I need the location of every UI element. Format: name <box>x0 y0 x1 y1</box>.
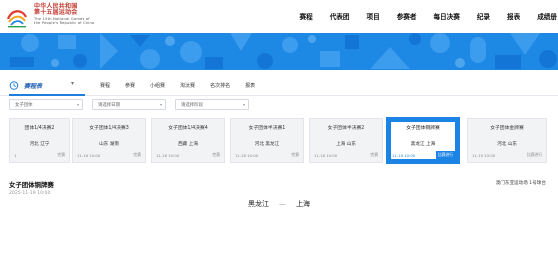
live-schedule-tab[interactable]: 赛程表 <box>24 81 42 90</box>
nav-results-book[interactable]: 成绩册 <box>537 12 557 24</box>
nav-sports[interactable]: 项目 <box>367 12 380 24</box>
match-teams: 西藏 上海 <box>178 142 198 147</box>
match-date: 11-19 10:00 <box>392 153 416 158</box>
match-detail-title: 女子团体铜牌赛 <box>9 181 54 189</box>
matchup-separator: — <box>279 200 286 208</box>
nav-schedule[interactable]: 赛程 <box>300 12 313 24</box>
match-teams: 河北 黑龙江 <box>254 142 280 147</box>
matchup: 黑龙江 — 上海 <box>0 199 558 209</box>
live-schedule-icon <box>9 81 19 90</box>
match-title: 女子团体金牌赛 <box>490 126 524 131</box>
tab-schedule[interactable]: 赛程 <box>100 82 110 89</box>
match-status: 完赛 <box>133 152 141 157</box>
nav-records[interactable]: 纪录 <box>477 12 490 24</box>
match-card[interactable]: 女子团体半决赛1 河北 黑龙江 11-18 10:00 完赛 <box>230 118 304 163</box>
match-teams: 山东 湖南 <box>99 142 119 147</box>
nav-daily-finals[interactable]: 每日决赛 <box>433 12 459 24</box>
nav-delegations[interactable]: 代表团 <box>330 12 350 24</box>
active-tab-indicator <box>9 94 85 96</box>
chevron-down-icon: ▾ <box>76 102 79 107</box>
match-status: 完赛 <box>212 152 220 157</box>
match-detail-time: 2025-11-19 10:00 <box>9 191 51 196</box>
match-status: 完赛 <box>291 152 299 157</box>
match-detail-venue: 澳门东亚运动场 1号球台 <box>495 181 546 186</box>
match-title: 女子团体半决赛2 <box>327 126 365 131</box>
match-date: 11-19 10:00 <box>472 153 496 158</box>
decorative-banner <box>0 33 558 70</box>
match-title: 女子团体1/4决赛4 <box>168 126 208 131</box>
match-status: 比赛进行 <box>526 152 542 157</box>
match-card[interactable]: 女子团体1/4决赛3 山东 湖南 11-16 10:00 完赛 <box>72 118 146 163</box>
match-card[interactable]: 女子团体1/4决赛4 西藏 上海 11-16 10:00 完赛 <box>151 118 225 163</box>
site-header: 中华人民共和国 第十五届运动会 The 15th National Games … <box>0 0 558 33</box>
match-date: 11-18 10:00 <box>235 153 259 158</box>
match-title: 女子团体半决赛1 <box>248 126 286 131</box>
match-title: 女子团体1/4决赛3 <box>89 126 129 131</box>
match-date: 11-16 10:00 <box>156 153 180 158</box>
match-card[interactable]: 女子团体金牌赛 河北 山东 11-19 10:00 比赛进行 <box>467 118 547 163</box>
logo-text-line-4: the People's Republic of China <box>34 21 95 25</box>
date-select-placeholder: 请选择日期 <box>98 103 120 108</box>
match-teams: 河北 山东 <box>497 142 517 147</box>
event-select[interactable]: 女子团体 ▾ <box>9 99 83 110</box>
match-status: 比赛进行 <box>435 151 455 159</box>
chevron-down-icon[interactable]: ▾ <box>71 80 74 87</box>
chevron-down-icon: ▾ <box>159 102 162 107</box>
match-card[interactable]: 女子团体半决赛2 上海 山东 11-18 10:00 完赛 <box>309 118 383 163</box>
match-title: 团体1/4决赛2 <box>24 126 55 131</box>
match-date: 11-18 10:00 <box>314 153 338 158</box>
games-logo-icon[interactable] <box>4 3 30 29</box>
banner-pattern <box>0 33 558 70</box>
section-tabs: 赛程表 ▾ 赛程 参赛 小组赛 淘汰赛 名次排名 报表 <box>0 74 558 96</box>
team-a-name[interactable]: 黑龙江 <box>248 199 269 209</box>
phase-select-placeholder: 请选择阶段 <box>181 103 203 108</box>
event-select-value: 女子团体 <box>15 103 33 108</box>
match-teams: 河北 辽宁 <box>29 142 50 147</box>
sub-tabs: 赛程 参赛 小组赛 淘汰赛 名次排名 报表 <box>100 82 270 89</box>
tab-reports[interactable]: 报表 <box>245 82 255 89</box>
nav-athletes[interactable]: 参赛者 <box>397 12 417 24</box>
logo-text-line-2: 第十五届运动会 <box>34 9 78 16</box>
nav-reports[interactable]: 报表 <box>507 12 520 24</box>
match-status: 完赛 <box>370 152 378 157</box>
date-select[interactable]: 请选择日期 ▾ <box>92 99 166 110</box>
match-title: 女子团体铜牌赛 <box>406 126 440 131</box>
tab-knockout[interactable]: 淘汰赛 <box>180 82 195 89</box>
match-card[interactable]: 团体1/4决赛2 河北 辽宁 1 完赛 <box>9 118 70 163</box>
team-b-name[interactable]: 上海 <box>296 199 310 209</box>
tab-entries[interactable]: 参赛 <box>125 82 135 89</box>
match-date: 1 <box>14 153 17 158</box>
phase-select[interactable]: 请选择阶段 ▾ <box>175 99 249 110</box>
match-teams: 黑龙江 上海 <box>410 142 436 147</box>
match-status: 完赛 <box>57 152 65 157</box>
main-nav: 赛程 代表团 项目 参赛者 每日决赛 纪录 报表 成绩册 <box>283 12 558 24</box>
match-teams: 上海 山东 <box>336 142 356 147</box>
chevron-down-icon: ▾ <box>242 102 245 107</box>
match-card-selected[interactable]: 女子团体铜牌赛 黑龙江 上海 11-19 10:00 比赛进行 <box>386 117 460 164</box>
tab-ranking[interactable]: 名次排名 <box>210 82 230 89</box>
match-date: 11-16 10:00 <box>77 153 101 158</box>
tab-group-stage[interactable]: 小组赛 <box>150 82 165 89</box>
